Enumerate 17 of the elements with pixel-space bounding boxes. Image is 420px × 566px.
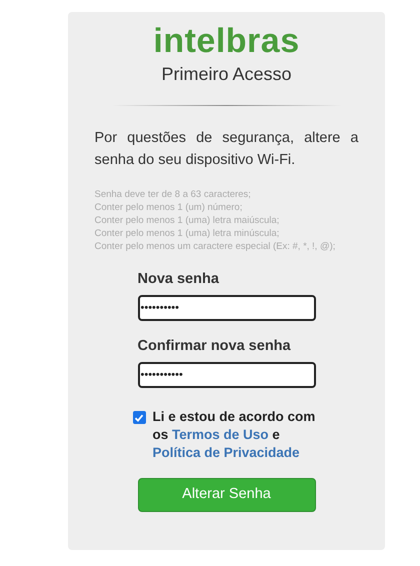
rule-text: Conter pelo menos 1 (uma) letra minúscula;: [94, 227, 280, 240]
password-field[interactable]: ••••••••••: [138, 295, 316, 321]
field-label: Confirmar nova senha: [138, 337, 292, 355]
privacy-link[interactable]: Política de Privacidade: [152, 445, 300, 460]
logo: intelbras: [153, 22, 300, 60]
page-title: Primeiro Acesso: [161, 63, 292, 85]
rule-text: Senha deve ter de 8 a 63 caracteres;: [94, 188, 252, 201]
rule-text: Conter pelo menos 1 (uma) letra maiúscula;: [94, 214, 280, 227]
agree-checkbox[interactable]: [132, 411, 146, 424]
agreement-text: Li e estou de acordo com os Termos de Uso e Política de Privacidade: [152, 408, 316, 462]
intro-text: Por questões de segurança, altere a senha do seu dispositivo Wi-Fi.: [94, 129, 358, 170]
password-field[interactable]: •••••••••••: [138, 362, 316, 388]
terms-link[interactable]: Termos de Uso: [172, 427, 269, 442]
change-password-button[interactable]: Alterar Senha: [138, 478, 316, 512]
field-label: Nova senha: [138, 270, 220, 288]
rule-text: Conter pelo menos 1 (um) número;: [94, 201, 244, 214]
rule-text: Conter pelo menos um caractere especial (Ex: #, *, !, @);: [94, 240, 336, 253]
